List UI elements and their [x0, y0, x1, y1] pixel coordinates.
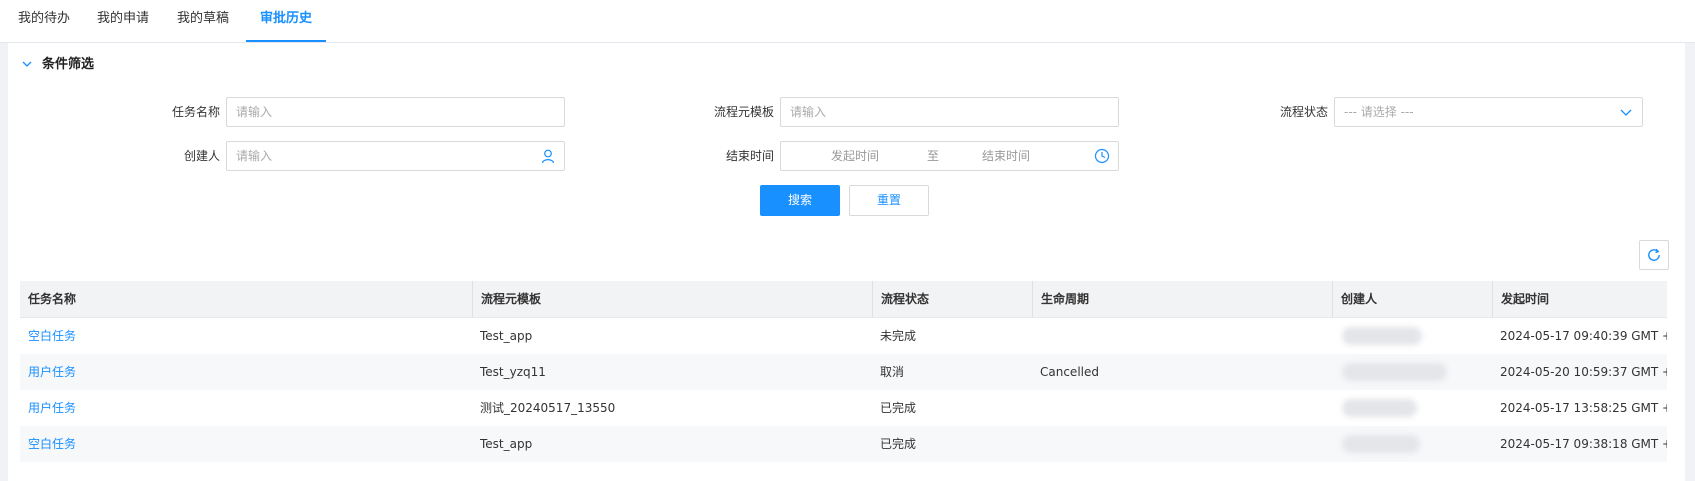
- end-time-placeholder: 结束时间: [982, 149, 1031, 163]
- cell-start-time: 2024-05-17 09:38:18 GMT +8: [1500, 437, 1667, 451]
- filter-toggle[interactable]: 条件筛选: [22, 55, 94, 75]
- task-link[interactable]: 空白任务: [20, 318, 470, 354]
- cell-status: 未完成: [880, 329, 917, 343]
- table-row: 空白任务 Test_app 未完成 2024-05-17 09:40:39 GM…: [20, 318, 1667, 354]
- start-time-placeholder: 发起时间: [831, 149, 880, 163]
- cell-lifecycle: [1032, 426, 1332, 462]
- chevron-down-icon: [22, 55, 34, 75]
- cell-start-time: 2024-05-20 10:59:37 GMT +8: [1500, 365, 1667, 379]
- cell-lifecycle: [1032, 318, 1332, 354]
- cell-template: 测试_20240517_13550: [480, 401, 616, 415]
- cell-lifecycle: Cancelled: [1040, 365, 1099, 379]
- cell-template: Test_app: [480, 437, 533, 451]
- left-gutter: [0, 43, 8, 481]
- clock-icon: [1094, 148, 1110, 164]
- creator-label: 创建人: [183, 149, 220, 163]
- tab-my-todo[interactable]: 我的待办: [10, 0, 78, 40]
- end-time-label: 结束时间: [725, 149, 774, 163]
- reset-button[interactable]: 重置: [849, 185, 929, 216]
- tab-approval-history[interactable]: 审批历史: [246, 0, 326, 42]
- chevron-down-icon: [1618, 104, 1634, 120]
- user-icon[interactable]: [540, 148, 556, 164]
- task-name-label: 任务名称: [171, 105, 220, 119]
- col-lifecycle: 生命周期: [1032, 281, 1332, 317]
- cell-status: 已完成: [880, 401, 917, 415]
- creator-placeholder: 请输入: [236, 149, 273, 163]
- task-link[interactable]: 空白任务: [20, 426, 470, 462]
- cell-template: Test_yzq11: [480, 365, 546, 379]
- template-input[interactable]: 请输入: [780, 97, 1119, 127]
- col-task-name: 任务名称: [28, 292, 77, 306]
- creator-input[interactable]: 请输入: [226, 141, 565, 171]
- task-link[interactable]: 用户任务: [20, 390, 470, 426]
- range-separator: 至: [927, 149, 940, 163]
- date-range-picker[interactable]: 发起时间 至 结束时间: [780, 141, 1119, 171]
- tab-bar: 我的待办 我的申请 我的草稿 审批历史: [0, 0, 1695, 43]
- cell-lifecycle: [1032, 390, 1332, 426]
- tab-my-drafts[interactable]: 我的草稿: [168, 0, 238, 40]
- col-template: 流程元模板: [472, 281, 872, 317]
- col-start-time: 发起时间: [1492, 281, 1667, 317]
- task-link[interactable]: 用户任务: [20, 354, 470, 390]
- table-header: 任务名称 流程元模板 流程状态 生命周期 创建人 发起时间: [20, 281, 1667, 318]
- cell-template: Test_app: [480, 329, 533, 343]
- col-creator: 创建人: [1332, 281, 1492, 317]
- cell-creator-redacted: [1342, 435, 1420, 453]
- right-gutter: [1685, 43, 1695, 481]
- table-row: 用户任务 测试_20240517_13550 已完成 2024-05-17 13…: [20, 390, 1667, 426]
- status-placeholder: --- 请选择 ---: [1344, 105, 1414, 119]
- cell-creator-redacted: [1342, 327, 1422, 345]
- template-label: 流程元模板: [713, 105, 774, 119]
- cell-start-time: 2024-05-17 09:40:39 GMT +8: [1500, 329, 1667, 343]
- col-status: 流程状态: [872, 281, 1032, 317]
- cell-creator-redacted: [1342, 399, 1417, 417]
- tab-my-applications[interactable]: 我的申请: [88, 0, 158, 40]
- search-button[interactable]: 搜索: [760, 185, 840, 216]
- table-row: 空白任务 Test_app 已完成 2024-05-17 09:38:18 GM…: [20, 426, 1667, 462]
- refresh-button[interactable]: [1639, 240, 1669, 270]
- table-row: 用户任务 Test_yzq11 取消 Cancelled 2024-05-20 …: [20, 354, 1667, 390]
- status-label: 流程状态: [1279, 105, 1328, 119]
- cell-start-time: 2024-05-17 13:58:25 GMT +8: [1500, 401, 1667, 415]
- template-placeholder: 请输入: [790, 105, 827, 119]
- history-table: 任务名称 流程元模板 流程状态 生命周期 创建人 发起时间 空白任务 Test_…: [20, 281, 1667, 462]
- filter-title: 条件筛选: [42, 57, 95, 72]
- task-name-input[interactable]: 请输入: [226, 97, 565, 127]
- cell-creator-redacted: [1342, 363, 1447, 381]
- cell-status: 取消: [880, 365, 905, 379]
- task-name-placeholder: 请输入: [236, 105, 273, 119]
- cell-status: 已完成: [880, 437, 917, 451]
- status-select[interactable]: --- 请选择 ---: [1334, 97, 1643, 127]
